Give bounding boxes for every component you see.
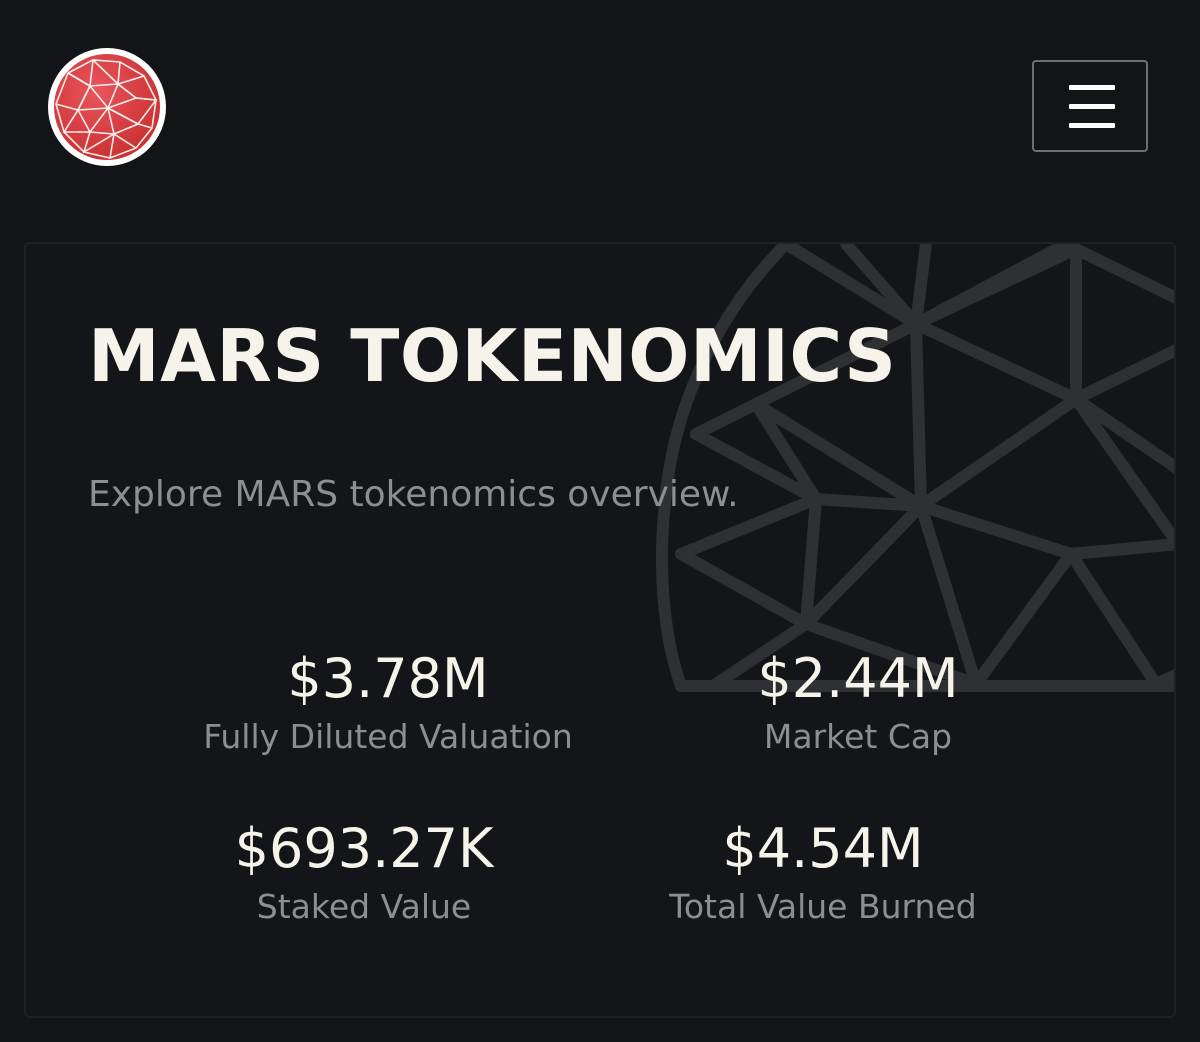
stat-value: $4.54M [722,817,924,880]
page-title: MARS TOKENOMICS [88,314,897,398]
hamburger-menu-icon [1069,85,1115,90]
stat-value: $693.27K [234,817,494,880]
stat-value: $3.78M [287,647,489,710]
stat-fully-diluted-valuation: $3.78M Fully Diluted Valuation [148,644,628,762]
stat-market-cap: $2.44M Market Cap [618,644,1098,762]
stat-label: Market Cap [763,717,953,756]
mars-logo-icon[interactable] [48,48,166,166]
hamburger-menu-icon-bar [1069,104,1115,109]
stat-value: $2.44M [757,647,959,710]
hamburger-menu-button[interactable] [1032,60,1148,152]
top-header [0,0,1200,212]
stat-label: Total Value Burned [669,887,977,926]
hamburger-menu-icon-bar [1069,123,1115,128]
tokenomics-card: MARS TOKENOMICS Explore MARS tokenomics … [24,242,1176,1018]
page-subtitle: Explore MARS tokenomics overview. [88,474,739,515]
stat-total-value-burned: $4.54M Total Value Burned [583,814,1063,932]
stat-label: Staked Value [256,887,472,926]
stat-label: Fully Diluted Valuation [203,717,573,756]
stat-staked-value: $693.27K Staked Value [124,814,604,932]
